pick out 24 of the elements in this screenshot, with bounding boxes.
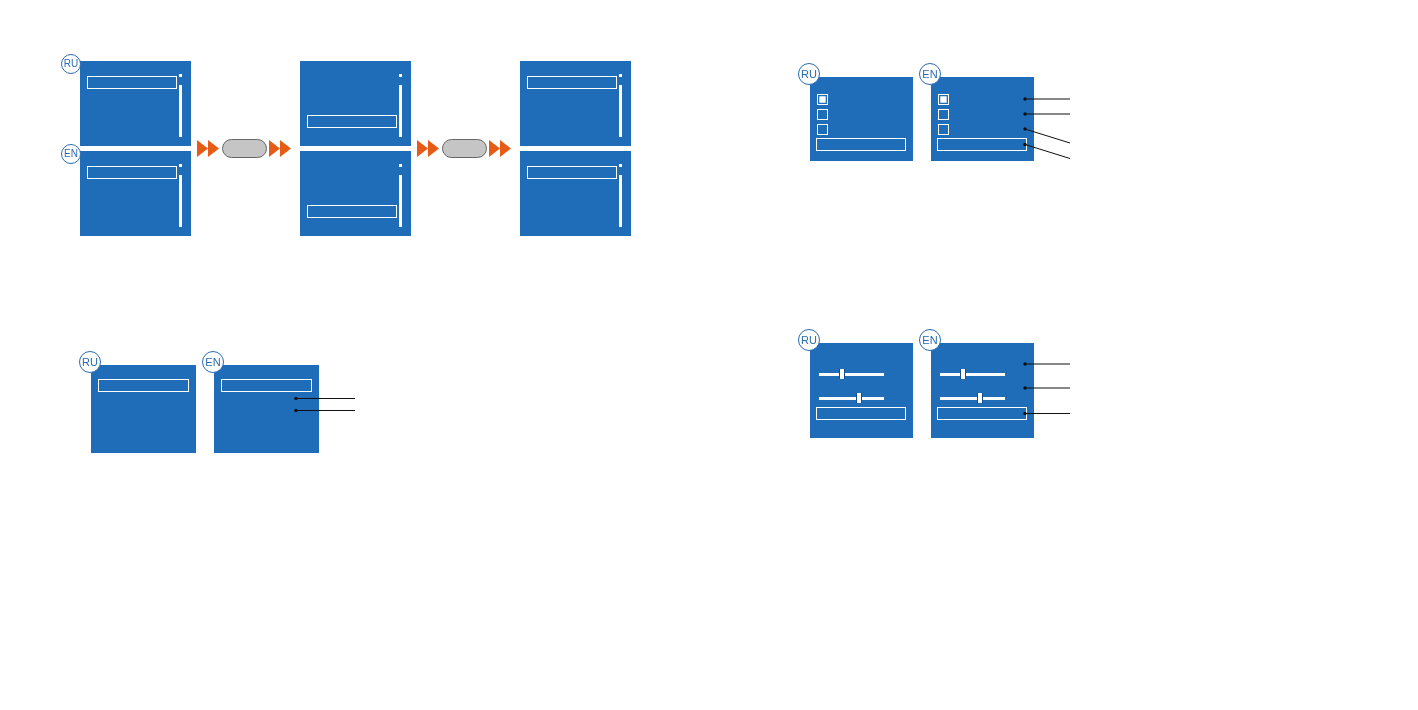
checkbox[interactable] (938, 123, 949, 135)
language-badge: EN (61, 144, 81, 164)
double-arrow-icon (489, 139, 512, 158)
slider-thumb[interactable] (977, 393, 984, 403)
double-arrow-icon (197, 139, 220, 158)
language-badge: RU (79, 351, 101, 373)
language-badge: RU (61, 54, 81, 74)
language-badge: RU (798, 63, 820, 85)
language-badge: EN (919, 63, 941, 85)
double-arrow-icon (417, 139, 440, 158)
checkbox[interactable] (817, 123, 828, 135)
checkbox[interactable] (817, 108, 828, 120)
language-badge: EN (202, 351, 224, 373)
slider-thumb[interactable] (838, 369, 845, 379)
checkbox[interactable] (817, 93, 828, 105)
language-badge: RU (798, 329, 820, 351)
key-icon (442, 139, 487, 158)
double-arrow-icon (269, 139, 292, 158)
key-icon (222, 139, 267, 158)
checkbox[interactable] (938, 93, 949, 105)
slider-thumb[interactable] (959, 369, 966, 379)
slider-thumb[interactable] (856, 393, 863, 403)
language-badge: EN (919, 329, 941, 351)
checkbox[interactable] (938, 108, 949, 120)
